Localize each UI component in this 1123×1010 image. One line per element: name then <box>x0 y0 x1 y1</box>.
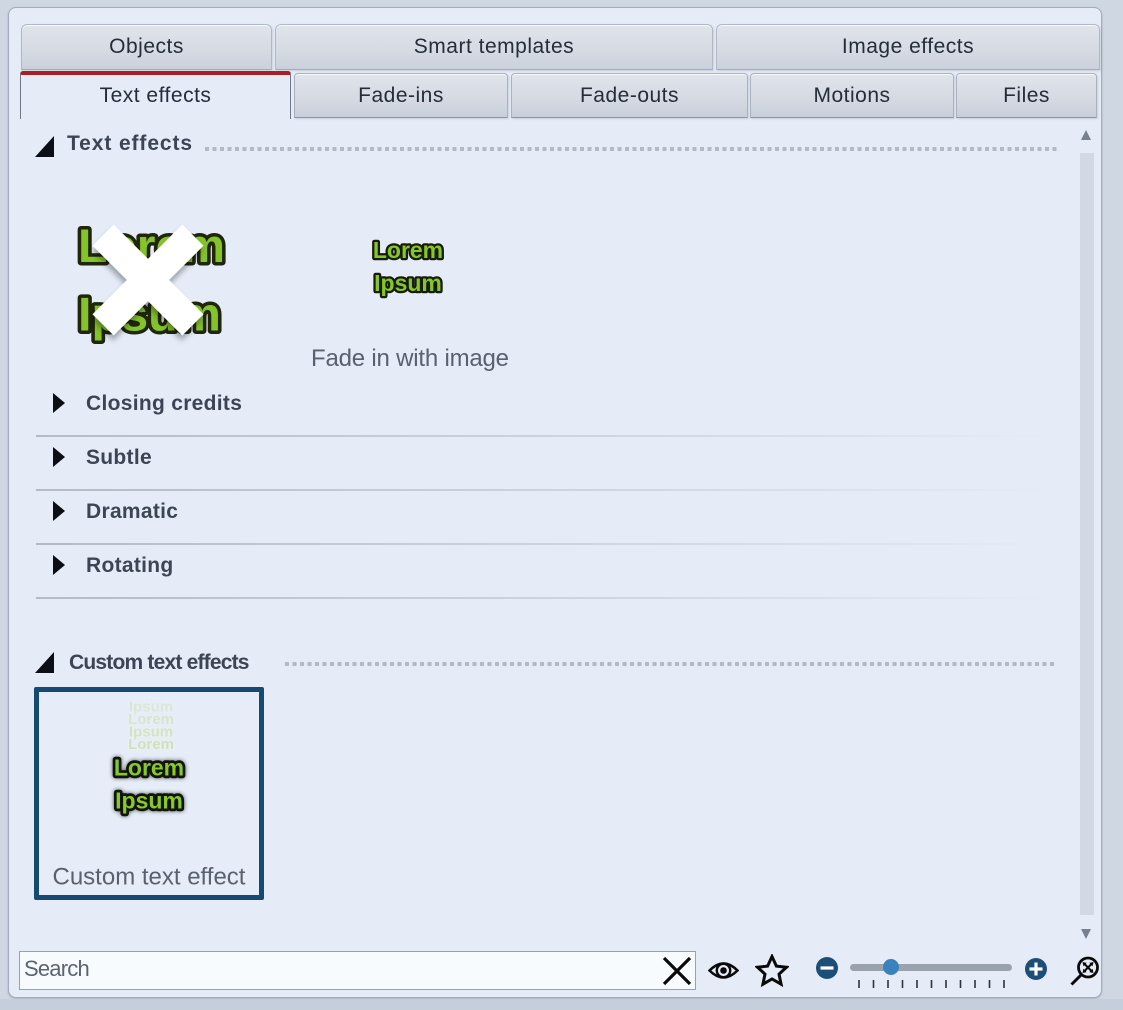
svg-text:Lorem: Lorem <box>114 754 184 780</box>
svg-text:Lorem: Lorem <box>373 237 443 263</box>
svg-text:Ipsum: Ipsum <box>115 788 183 814</box>
svg-text:Custom text effect: Custom text effect <box>53 863 246 890</box>
svg-text:Ipsum: Ipsum <box>374 270 442 296</box>
svg-text:Lorem: Lorem <box>128 736 174 753</box>
